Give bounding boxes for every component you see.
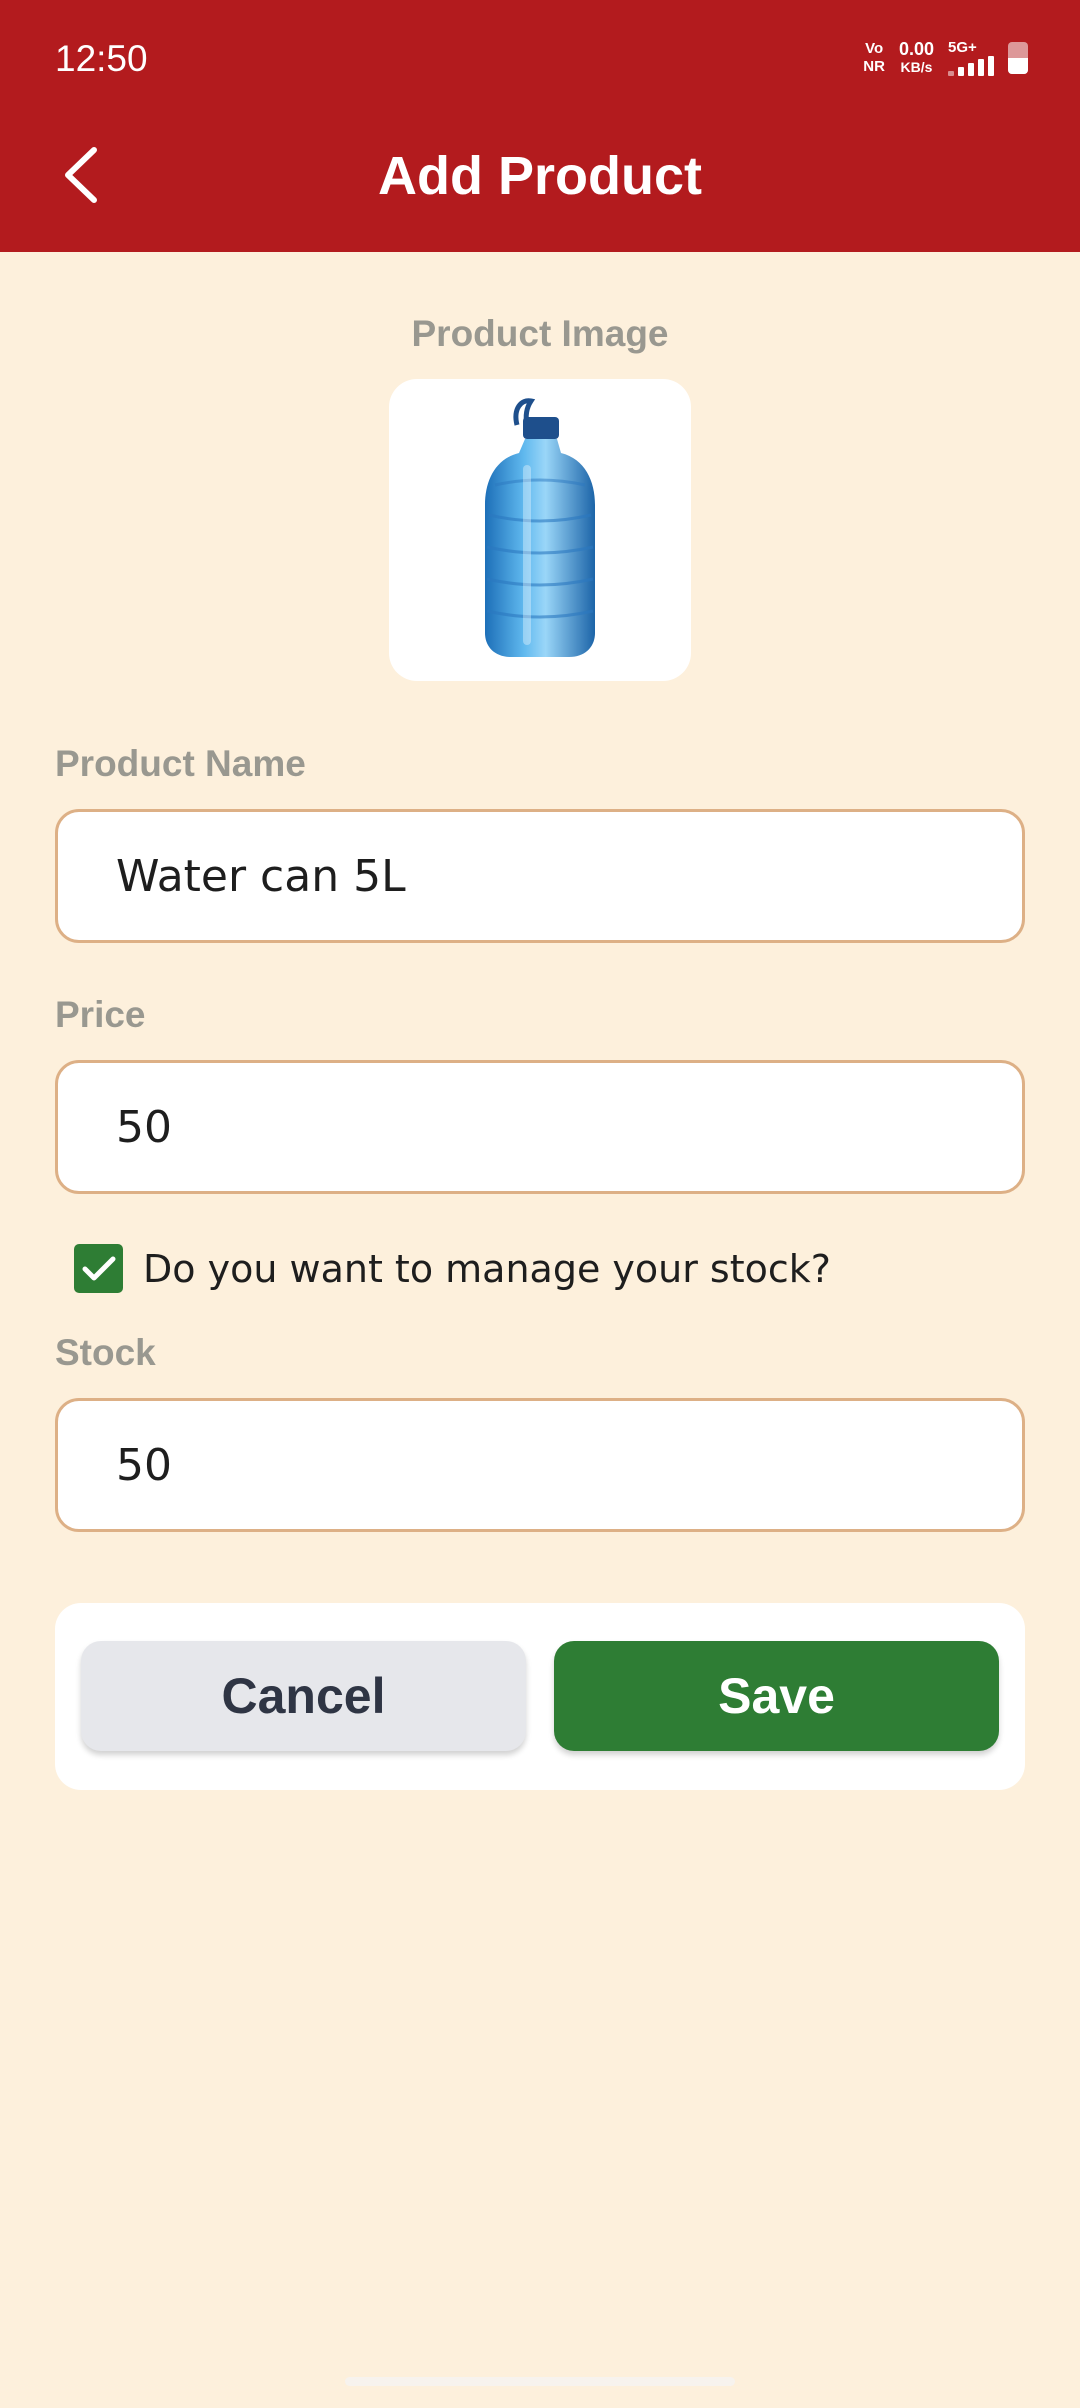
signal-bars-icon	[948, 56, 994, 76]
cancel-button[interactable]: Cancel	[81, 1641, 526, 1751]
product-image-label: Product Image	[411, 313, 669, 354]
save-button[interactable]: Save	[554, 1641, 999, 1751]
status-icons: Vo NR 0.00 KB/s 5G+	[863, 40, 1028, 76]
net-speed-value: 0.00	[898, 39, 934, 59]
net-speed: 0.00 KB/s	[899, 40, 934, 76]
stock-input[interactable]: 50	[55, 1398, 1025, 1532]
product-name-input[interactable]: Water can 5L	[55, 809, 1025, 943]
vonr-indicator: Vo NR	[863, 40, 885, 76]
stock-label: Stock	[55, 1332, 156, 1373]
network-type: 5G+	[948, 39, 977, 56]
vonr-bottom: NR	[863, 58, 885, 75]
product-name-label: Product Name	[55, 743, 306, 784]
net-speed-unit: KB/s	[900, 59, 933, 75]
manage-stock-checkbox-row[interactable]: Do you want to manage your stock?	[74, 1244, 831, 1293]
checkmark-icon	[82, 1256, 115, 1280]
action-panel: Cancel Save	[55, 1603, 1025, 1790]
manage-stock-label: Do you want to manage your stock?	[143, 1246, 831, 1291]
price-label: Price	[55, 994, 146, 1035]
water-bottle-image	[485, 398, 595, 657]
status-time: 12:50	[55, 38, 148, 79]
app-header: 12:50 Vo NR 0.00 KB/s 5G+ Add Product	[0, 0, 1080, 252]
page-title: Add Product	[378, 146, 702, 206]
manage-stock-checkbox[interactable]	[74, 1244, 123, 1293]
home-indicator[interactable]	[345, 2377, 735, 2386]
signal-icon: 5G+	[948, 40, 994, 76]
vonr-top: Vo	[865, 40, 884, 57]
product-image-picker[interactable]	[389, 379, 691, 681]
battery-icon	[1008, 42, 1028, 74]
price-input[interactable]: 50	[55, 1060, 1025, 1194]
